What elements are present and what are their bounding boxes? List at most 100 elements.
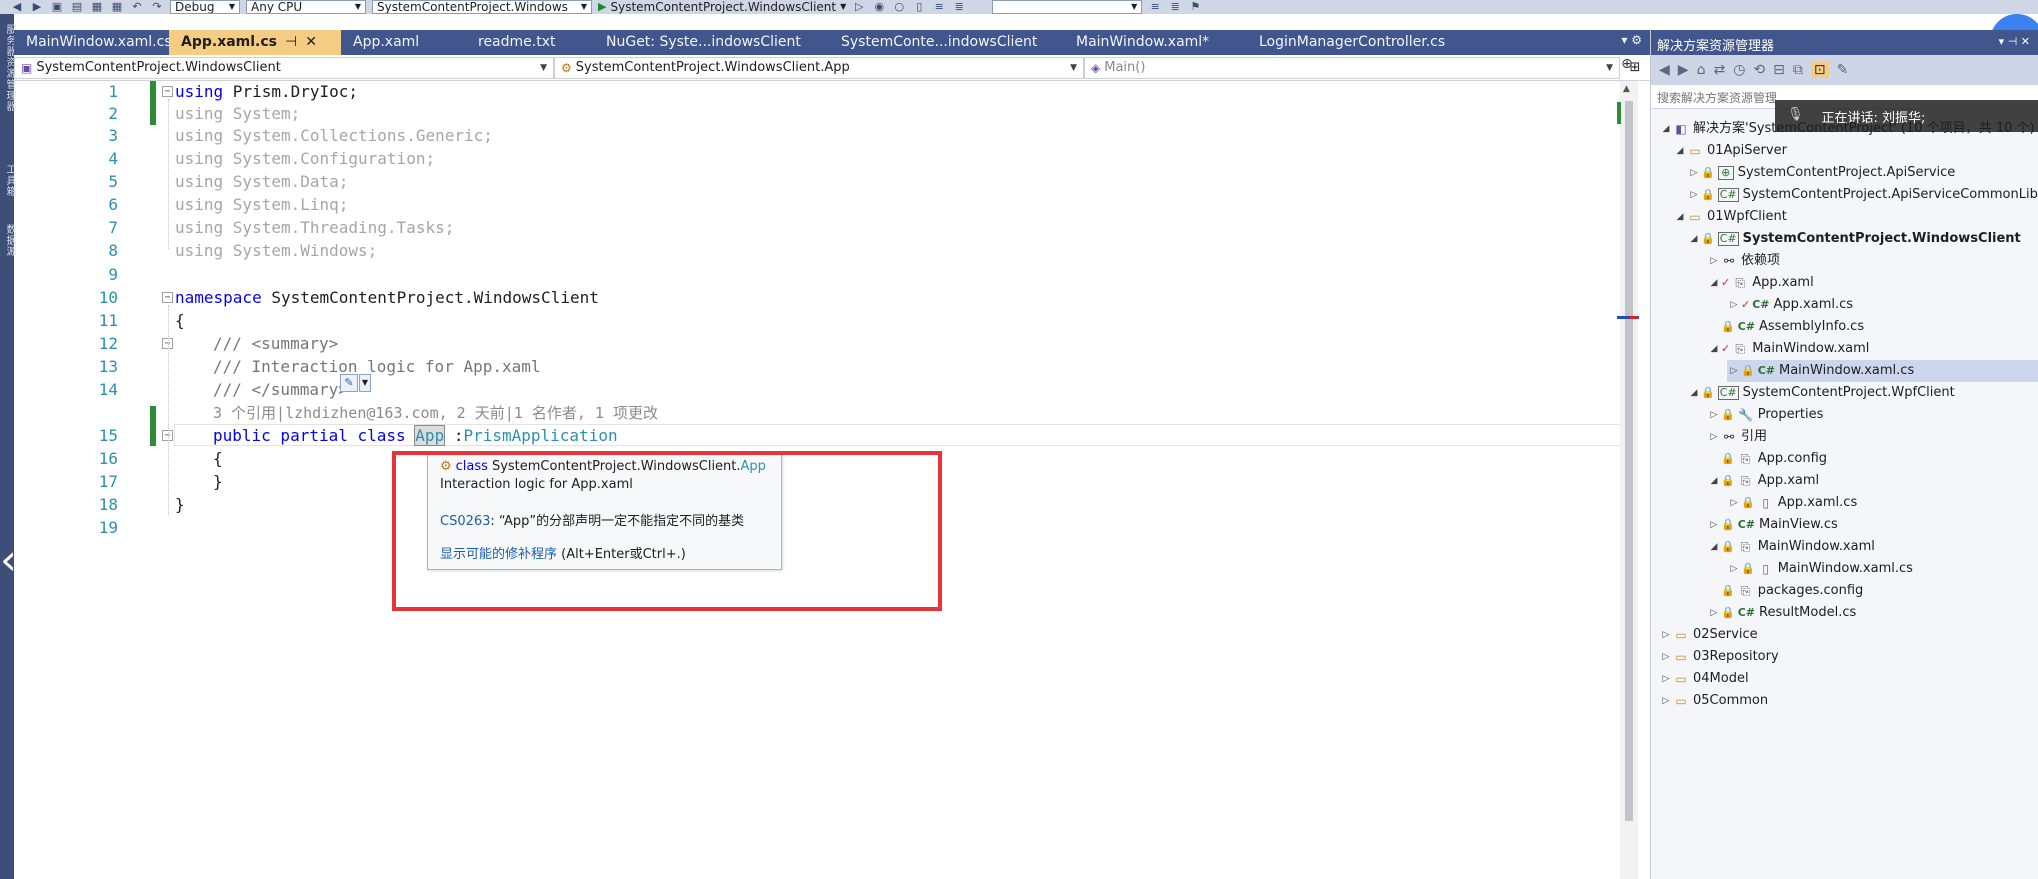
tab-app-xaml-cs[interactable]: App.xaml.cs ⊣ ✕ <box>169 30 341 55</box>
tab-loginmanagercontroller-cs[interactable]: LoginManagerController.cs <box>1247 30 1507 55</box>
tab-mainwindow-xaml-cs[interactable]: MainWindow.xaml.cs <box>14 30 169 55</box>
refresh-icon[interactable]: ○ <box>892 1 906 13</box>
tree-item-project[interactable]: ◢ 🔒 C# SystemContentProject.WindowsClient <box>1687 228 2021 250</box>
scrollbar-thumb[interactable] <box>1625 101 1633 821</box>
tree-item-project[interactable]: ▷ 🔒 ⊕ SystemContentProject.ApiService <box>1687 162 1955 184</box>
tree-item-file[interactable]: ▷ 🔒 ▯ App.xaml.cs <box>1727 492 1858 514</box>
collapsed-icon[interactable]: ▷ <box>1727 558 1741 580</box>
tree-item-folder[interactable]: ▷ 🔒 🔧 Properties <box>1707 404 1824 426</box>
collapsed-icon[interactable]: ▷ <box>1659 624 1673 646</box>
home-icon[interactable]: ⌂ <box>1697 62 1706 78</box>
start-without-debugging-icon[interactable]: ▷ <box>852 1 866 13</box>
collapsed-icon[interactable]: ▷ <box>1727 360 1741 382</box>
tree-item-file[interactable]: ▷ 🔒 C# MainView.cs <box>1707 514 1838 536</box>
tree-item-file[interactable]: ◢ ✓ ⎘ MainWindow.xaml <box>1707 338 1870 360</box>
toolbox-tab[interactable]: 工具箱 <box>2 164 17 197</box>
collapsed-icon[interactable]: ▷ <box>1659 668 1673 690</box>
tree-item-solution[interactable]: ◢ ◧ 解决方案'SystemContentProject' (10 个项目，共 1… <box>1659 118 2035 140</box>
data-sources-tab[interactable]: 数据源 <box>2 224 17 257</box>
tree-item-file[interactable]: 🔒 ⎘ packages.config <box>1721 580 1863 602</box>
platform-select[interactable]: Any CPU ▼ <box>246 0 366 14</box>
history-icon[interactable]: ◷ <box>1733 62 1745 78</box>
collapsed-icon[interactable]: ▷ <box>1659 690 1673 712</box>
tree-item-dependencies[interactable]: ▷ ⚯ 依赖项 <box>1707 250 1780 272</box>
tree-item-folder[interactable]: ◢ ▭ 01WpfClient <box>1673 206 1787 228</box>
tree-item-file[interactable]: ◢ 🔒 ⎘ MainWindow.xaml <box>1707 536 1875 558</box>
undo-icon[interactable]: ↶ <box>130 1 144 13</box>
tree-item-project[interactable]: ◢ 🔒 C# SystemContentProject.WpfClient <box>1687 382 1955 404</box>
tree-item-folder[interactable]: ▷ ▭ 05Common <box>1659 690 1769 712</box>
quick-actions-dropdown-icon[interactable]: ▼ <box>359 374 371 392</box>
tree-item-folder[interactable]: ▷ ▭ 03Repository <box>1659 646 1779 668</box>
show-all-files-icon[interactable]: ⧉ <box>1793 62 1803 78</box>
split-editor-icon[interactable]: ⊕ <box>1617 56 1637 78</box>
editor-vertical-scrollbar[interactable]: ▲ <box>1620 81 1638 879</box>
tab-app-xaml[interactable]: App.xaml <box>341 30 466 55</box>
app-class-identifier[interactable]: App <box>414 425 446 446</box>
sync-icon[interactable]: ⟲ <box>1753 62 1765 78</box>
collapse-arrow-icon[interactable]: ‹ <box>0 535 26 585</box>
tree-item-references[interactable]: ▷ ⚯ 引用 <box>1707 426 1767 448</box>
tab-nuget[interactable]: NuGet: Syste...indowsClient <box>594 30 829 55</box>
outline-icon[interactable]: ≣ <box>1168 1 1182 13</box>
tree-item-file[interactable]: ▷ 🔒 C# ResultModel.cs <box>1707 602 1857 624</box>
back-icon[interactable]: ◀ <box>1659 62 1670 78</box>
collapsed-icon[interactable]: ▷ <box>1727 492 1741 514</box>
tree-item-file[interactable]: ◢ ✓ ⎘ App.xaml <box>1707 272 1814 294</box>
comment-icon[interactable]: ≡ <box>932 1 946 13</box>
flag-icon[interactable]: ⚑ <box>1188 1 1202 13</box>
tree-item-folder[interactable]: ◢ ▭ 01ApiServer <box>1673 140 1787 162</box>
find-combo[interactable]: ▼ <box>992 0 1143 14</box>
member-scope-select[interactable]: ◈ Main() ▼ <box>1084 56 1620 79</box>
collapsed-icon[interactable]: ▷ <box>1707 426 1721 448</box>
collapsed-icon[interactable]: ▷ <box>1687 184 1701 206</box>
collapsed-icon[interactable]: ▷ <box>1687 162 1701 184</box>
tree-item-file[interactable]: ◢ 🔒 ⎘ App.xaml <box>1707 470 1820 492</box>
new-project-icon[interactable]: ▣ <box>50 1 64 13</box>
collapsed-icon[interactable]: ▷ <box>1707 250 1721 272</box>
tree-item-file[interactable]: ▷ 🔒 ▯ MainWindow.xaml.cs <box>1727 558 1913 580</box>
scroll-up-icon[interactable]: ▲ <box>1623 84 1630 94</box>
collapsed-icon[interactable]: ▷ <box>1727 294 1741 316</box>
pin-icon[interactable]: ⊣ <box>285 34 297 55</box>
uncomment-icon[interactable]: ≣ <box>952 1 966 13</box>
collapse-all-icon[interactable]: ⊟ <box>1773 62 1785 78</box>
open-file-icon[interactable]: ▤ <box>70 1 84 13</box>
preview-selected-icon[interactable]: ⊡ <box>1810 62 1829 78</box>
bookmark-icon[interactable]: ▯ <box>912 1 926 13</box>
forward-icon[interactable]: ▶ <box>1678 62 1689 78</box>
start-debugging-button[interactable]: ▶ SystemContentProject.WindowsClient ▼ <box>598 1 846 14</box>
save-icon[interactable]: ▦ <box>90 1 104 13</box>
switch-views-icon[interactable]: ⇄ <box>1713 62 1725 78</box>
quick-actions-lightbulb-icon[interactable]: ✎ <box>340 374 358 392</box>
panel-options-icon[interactable]: ▾ ⊣ ✕ <box>1999 35 2038 55</box>
expand-icon[interactable]: ◢ <box>1673 206 1687 228</box>
tab-systemcontent-windowsclient[interactable]: SystemConte...indowsClient <box>829 30 1064 55</box>
tab-overflow-icon[interactable]: ▾ ⚙ <box>1613 30 1650 55</box>
close-icon[interactable]: ✕ <box>305 34 317 55</box>
codelens-info[interactable]: 3 个引用|lzhdizhen@163.com, 2 天前|1 名作者, 1 项… <box>213 402 658 424</box>
properties-icon[interactable]: ✎ <box>1837 62 1849 78</box>
expand-icon[interactable]: ◢ <box>1707 338 1721 360</box>
hot-reload-icon[interactable]: ◉ <box>872 1 886 13</box>
tab-mainwindow-xaml[interactable]: MainWindow.xaml* <box>1064 30 1247 55</box>
collapsed-icon[interactable]: ▷ <box>1707 404 1721 426</box>
navigate-forward-icon[interactable]: ▶ <box>30 1 44 13</box>
type-scope-select[interactable]: ⚙ SystemContentProject.WindowsClient.App … <box>554 56 1084 79</box>
tree-item-project[interactable]: ▷ 🔒 C# SystemContentProject.ApiServiceCommo… <box>1687 184 2038 206</box>
format-icon[interactable]: ≡ <box>1148 1 1162 13</box>
expand-icon[interactable]: ◢ <box>1707 470 1721 492</box>
expand-icon[interactable]: ◢ <box>1687 228 1701 250</box>
collapsed-icon[interactable]: ▷ <box>1659 646 1673 668</box>
project-scope-select[interactable]: ▣ SystemContentProject.WindowsClient ▼ <box>14 56 554 79</box>
tree-item-file-selected[interactable]: ▷ 🔒 C# MainWindow.xaml.cs <box>1727 360 2038 382</box>
expand-icon[interactable]: ◢ <box>1707 272 1721 294</box>
configuration-select[interactable]: Debug ▼ <box>170 0 240 14</box>
startup-project-select[interactable]: SystemContentProject.Windows ▼ <box>372 0 592 14</box>
redo-icon[interactable]: ↷ <box>150 1 164 13</box>
collapsed-icon[interactable]: ▷ <box>1707 514 1721 536</box>
collapsed-icon[interactable]: ▷ <box>1707 602 1721 624</box>
tree-item-folder[interactable]: ▷ ▭ 02Service <box>1659 624 1758 646</box>
tree-item-file[interactable]: ▷ ✓ C# App.xaml.cs <box>1727 294 1854 316</box>
save-all-icon[interactable]: ▦ <box>110 1 124 13</box>
